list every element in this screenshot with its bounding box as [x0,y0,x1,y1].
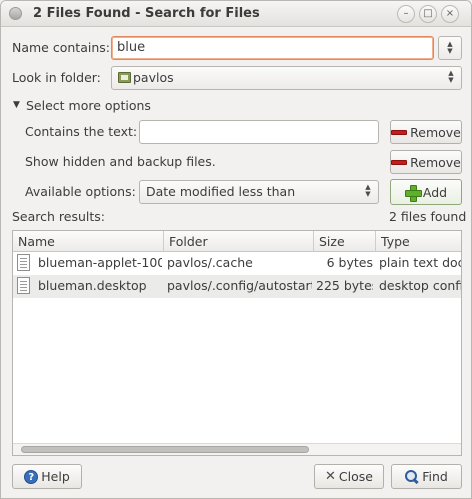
updown-arrows-icon: ▲ ▼ [365,183,371,198]
contains-text-input[interactable] [139,120,379,144]
files-found-count: 2 files found [389,209,467,224]
add-label: Add [422,184,448,200]
table-row[interactable]: blueman-applet-1000 pavlos/.cache 6 byte… [13,252,461,275]
column-header-folder[interactable]: Folder [164,231,314,252]
find-label: Find [422,469,448,484]
name-history-dropdown[interactable]: ▲ ▼ [438,36,462,60]
folder-value: pavlos [133,70,174,85]
help-button[interactable]: ? Help [12,464,82,489]
search-results-label: Search results: [12,209,106,224]
window-title: 2 Files Found - Search for Files [33,6,260,21]
horizontal-scrollbar[interactable] [13,443,461,455]
expander-arrow-icon[interactable]: ▼ [13,100,20,110]
text-file-icon [17,277,30,294]
remove-label: Remove [410,124,461,140]
window-menu-icon[interactable] [9,7,22,20]
name-contains-label: Name contains: [12,40,110,55]
column-header-type[interactable]: Type [376,231,461,252]
folder-icon [118,72,131,83]
table-row[interactable]: blueman.desktop pavlos/.config/autostart… [13,275,461,298]
cell-name: blueman-applet-1000 [38,255,162,270]
remove-contains-text-button[interactable]: Remove [390,120,462,144]
cell-folder: pavlos/.config/autostart [167,278,312,293]
updown-arrows-icon: ▲ ▼ [448,69,454,84]
help-icon: ? [24,469,39,484]
column-header-size[interactable]: Size [314,231,376,252]
minus-icon [391,129,408,135]
look-in-folder-label: Look in folder: [12,70,101,85]
close-label: Close [338,469,373,484]
add-option-button[interactable]: Add [390,179,462,205]
name-contains-input[interactable]: blue [111,36,434,60]
cell-size: 6 bytes [326,255,373,270]
cell-size: 225 bytes [316,278,373,293]
remove-hidden-files-button[interactable]: Remove [390,150,462,174]
cell-name: blueman.desktop [38,278,147,293]
title-bar: 2 Files Found - Search for Files – □ × [1,1,471,27]
results-list[interactable]: Name Folder Size Type blueman-applet-100… [12,230,462,456]
find-icon [405,469,419,484]
hidden-files-label: Show hidden and backup files. [25,154,216,169]
available-options-value: Date modified less than [146,184,296,199]
close-button[interactable]: ✕ Close [314,464,384,489]
contains-text-label: Contains the text: [25,124,138,139]
cell-folder: pavlos/.cache [167,255,253,270]
scrollbar-thumb[interactable] [21,446,309,453]
more-options-expander[interactable]: Select more options [26,98,151,113]
search-window: 2 Files Found - Search for Files – □ × N… [0,0,472,499]
column-header-name[interactable]: Name [13,231,164,252]
minimize-button[interactable]: – [397,5,415,23]
close-icon: ✕ [325,469,336,484]
remove-label: Remove [410,154,461,170]
cell-type: desktop configuration file [379,278,461,293]
maximize-button[interactable]: □ [419,5,437,23]
plus-icon [404,184,422,202]
folder-chooser[interactable]: pavlos ▲ ▼ [111,66,462,90]
minus-icon [391,159,408,165]
help-label: Help [41,469,70,484]
available-options-select[interactable]: Date modified less than ▲ ▼ [139,180,379,204]
cell-type: plain text document [379,255,461,270]
find-button[interactable]: Find [391,464,462,489]
close-window-button[interactable]: × [441,5,459,23]
updown-arrows-icon: ▲ ▼ [447,40,453,55]
available-options-label: Available options: [25,184,136,199]
text-file-icon [17,254,30,271]
